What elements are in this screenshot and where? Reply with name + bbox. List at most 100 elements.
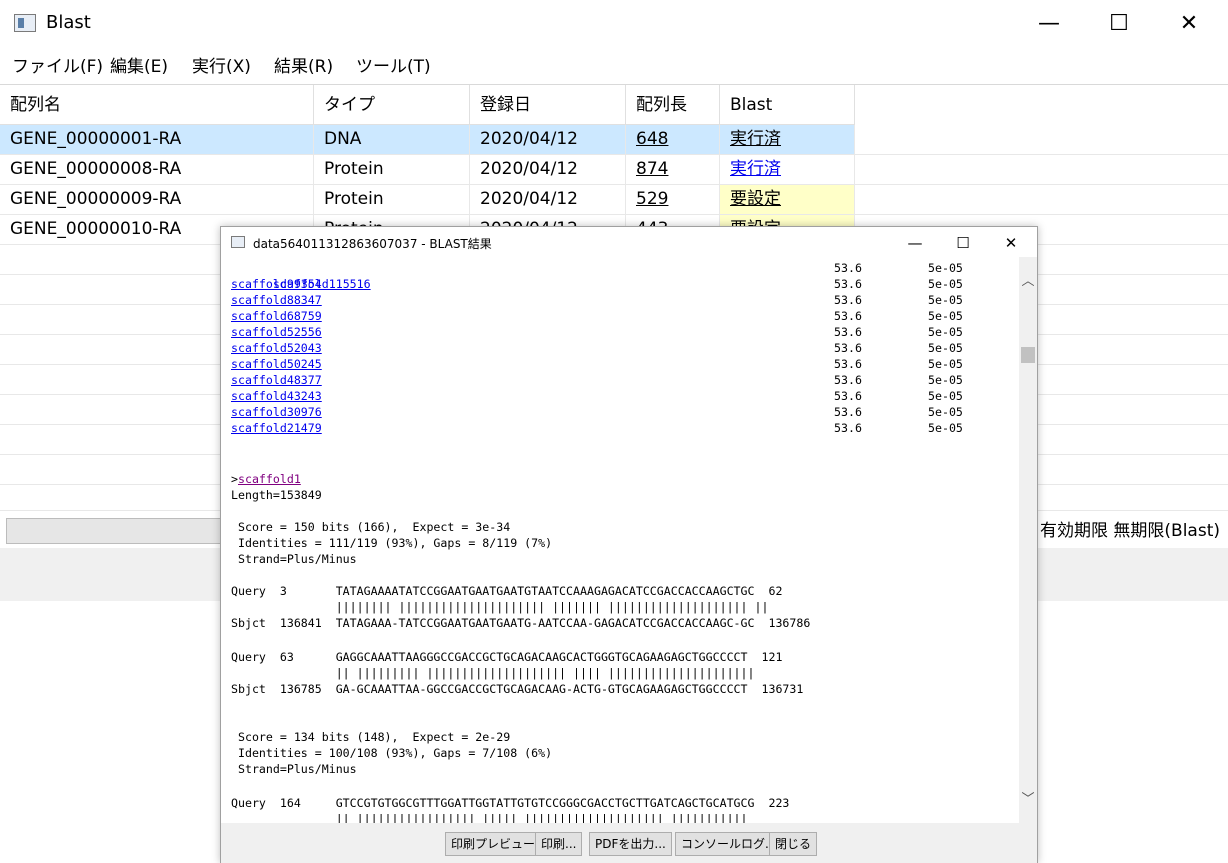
alignment-subject: Sbjct 136841 TATAGAAA-TATCCGGAATGAATGAAT… xyxy=(231,616,811,630)
hit-link[interactable]: scaffold30976 xyxy=(231,405,322,419)
hit-score: 53.6 xyxy=(834,309,862,323)
scroll-up-icon[interactable]: ︿ xyxy=(1019,273,1037,291)
print-preview-button[interactable]: 印刷プレビュー xyxy=(445,832,542,856)
alignment-subject: Sbjct 136785 GA-GCAAATTAA-GGCCGACCGCTGCA… xyxy=(231,682,804,696)
hit-evalue: 5e-05 xyxy=(928,389,963,403)
dialog-minimize-button[interactable]: — xyxy=(893,231,937,255)
cell-length-link[interactable]: 874 xyxy=(636,159,668,179)
cell-length-wrap: 874 xyxy=(626,155,720,184)
hit-score: 53.6 xyxy=(834,341,862,355)
alignment-query: Query 63 GAGGCAAATTAAGGGCCGACCGCTGCAGACA… xyxy=(231,650,783,664)
alignment-query: Query 3 TATAGAAAATATCCGGAATGAATGAATGTAAT… xyxy=(231,584,783,598)
window-title: Blast xyxy=(46,12,91,33)
print-button[interactable]: 印刷... xyxy=(535,832,583,856)
menu-file[interactable]: ファイル(F) xyxy=(12,52,103,77)
column-header-name[interactable]: 配列名 xyxy=(0,85,314,125)
cell-date: 2020/04/12 xyxy=(470,155,626,184)
column-header-type[interactable]: タイプ xyxy=(314,85,470,125)
hit-score: 53.6 xyxy=(834,261,862,275)
hit-link[interactable]: scaffold43243 xyxy=(231,389,322,403)
cell-type: Protein xyxy=(314,185,470,214)
console-log-button[interactable]: コンソールログ... xyxy=(675,832,783,856)
cell-length-link[interactable]: 648 xyxy=(636,129,668,149)
vertical-scrollbar[interactable]: ︿ ﹀ xyxy=(1019,257,1037,823)
cell-name: GENE_00000001-RA xyxy=(0,125,314,154)
hit-link[interactable]: scaffold88347 xyxy=(231,293,322,307)
hit-evalue: 5e-05 xyxy=(928,293,963,307)
cell-length-link[interactable]: 529 xyxy=(636,189,668,209)
dialog-titlebar: data564011312863607037 - BLAST結果 — ☐ ✕ xyxy=(221,227,1037,257)
menu-edit[interactable]: 編集(E) xyxy=(110,52,168,77)
cell-blast-link[interactable]: 実行済 xyxy=(730,159,781,179)
hit-link[interactable]: scaffold21479 xyxy=(231,421,322,435)
cell-blast-wrap: 要設定 xyxy=(720,185,855,214)
alignment-match: || ||||||||||||||||| ||||| |||||||||||||… xyxy=(231,812,748,823)
table-row[interactable]: GENE_00000001-RA DNA 2020/04/12 648 実行済 xyxy=(0,125,1228,155)
menu-bar: ファイル(F) 編集(E) 実行(X) 結果(R) ツール(T) xyxy=(0,48,1228,80)
dialog-close-button[interactable]: ✕ xyxy=(989,231,1033,255)
menu-tools[interactable]: ツール(T) xyxy=(356,52,431,77)
hit-score: 53.6 xyxy=(834,325,862,339)
subject-length: Length=153849 xyxy=(231,488,322,502)
progress-bar xyxy=(6,518,246,544)
blast-result-dialog: data564011312863607037 - BLAST結果 — ☐ ✕ s… xyxy=(220,226,1038,863)
dialog-footer: 印刷プレビュー 印刷... PDFを出力... コンソールログ... 閉じる xyxy=(221,823,1037,863)
table-row[interactable]: GENE_00000008-RA Protein 2020/04/12 874 … xyxy=(0,155,1228,185)
hit-score: 53.6 xyxy=(834,421,862,435)
column-header-length[interactable]: 配列長 xyxy=(626,85,720,125)
maximize-button[interactable]: ☐ xyxy=(1084,0,1154,48)
close-button[interactable]: ✕ xyxy=(1154,0,1224,48)
hit-evalue: 5e-05 xyxy=(928,325,963,339)
menu-results[interactable]: 結果(R) xyxy=(274,52,333,77)
hit-link[interactable]: scaffold52556 xyxy=(231,325,322,339)
hit-score: 53.6 xyxy=(834,389,862,403)
grid-header: 配列名 タイプ 登録日 配列長 Blast xyxy=(0,85,855,125)
cell-date: 2020/04/12 xyxy=(470,125,626,154)
cell-blast-wrap: 実行済 xyxy=(720,125,855,154)
hsp-strand: Strand=Plus/Minus xyxy=(231,552,357,566)
subject-prefix: > xyxy=(231,472,238,486)
app-icon xyxy=(14,14,36,32)
cell-length-wrap: 529 xyxy=(626,185,720,214)
export-pdf-button[interactable]: PDFを出力... xyxy=(589,832,672,856)
cell-name: GENE_00000009-RA xyxy=(0,185,314,214)
hit-evalue: 5e-05 xyxy=(928,421,963,435)
hit-evalue: 5e-05 xyxy=(928,357,963,371)
hsp-strand: Strand=Plus/Minus xyxy=(231,762,357,776)
hit-evalue: 5e-05 xyxy=(928,405,963,419)
hit-score: 53.6 xyxy=(834,373,862,387)
hsp-identities: Identities = 100/108 (93%), Gaps = 7/108… xyxy=(231,746,553,760)
column-header-blast[interactable]: Blast xyxy=(720,85,855,125)
hit-evalue: 5e-05 xyxy=(928,341,963,355)
close-dialog-button[interactable]: 閉じる xyxy=(769,832,818,856)
hit-link[interactable]: scaffold48377 xyxy=(231,373,322,387)
hsp-score: Score = 134 bits (148), Expect = 2e-29 xyxy=(231,730,511,744)
table-row[interactable]: GENE_00000009-RA Protein 2020/04/12 529 … xyxy=(0,185,1228,215)
column-header-date[interactable]: 登録日 xyxy=(470,85,626,125)
blast-output: scaffold115516 scaffold99354 scaffold883… xyxy=(221,257,1019,823)
hit-link[interactable]: scaffold50245 xyxy=(231,357,322,371)
hit-link[interactable]: scaffold68759 xyxy=(231,309,322,323)
subject-header: >scaffold1 xyxy=(231,471,301,487)
cell-type: DNA xyxy=(314,125,470,154)
hit-link[interactable]: scaffold52043 xyxy=(231,341,322,355)
dialog-app-icon xyxy=(231,236,245,248)
cell-blast-link[interactable]: 実行済 xyxy=(730,129,781,149)
hit-link[interactable]: scaffold99354 xyxy=(231,277,322,291)
alignment-match: |||||||| ||||||||||||||||||||| ||||||| |… xyxy=(231,600,769,614)
menu-run[interactable]: 実行(X) xyxy=(192,52,251,77)
hit-score: 53.6 xyxy=(834,277,862,291)
cell-blast-link[interactable]: 要設定 xyxy=(730,189,781,209)
hsp-score: Score = 150 bits (166), Expect = 3e-34 xyxy=(231,520,511,534)
scroll-thumb[interactable] xyxy=(1021,347,1035,363)
hit-score: 53.6 xyxy=(834,405,862,419)
dialog-maximize-button[interactable]: ☐ xyxy=(941,231,985,255)
alignment-match: || ||||||||| |||||||||||||||||||| |||| |… xyxy=(231,666,755,680)
alignment-query: Query 164 GTCCGTGTGGCGTTTGGATTGGTATTGTGT… xyxy=(231,796,790,810)
hit-score: 53.6 xyxy=(834,357,862,371)
scroll-down-icon[interactable]: ﹀ xyxy=(1019,791,1037,809)
hit-evalue: 5e-05 xyxy=(928,373,963,387)
subject-link[interactable]: scaffold1 xyxy=(238,472,301,486)
cell-name: GENE_00000008-RA xyxy=(0,155,314,184)
minimize-button[interactable]: — xyxy=(1014,0,1084,48)
